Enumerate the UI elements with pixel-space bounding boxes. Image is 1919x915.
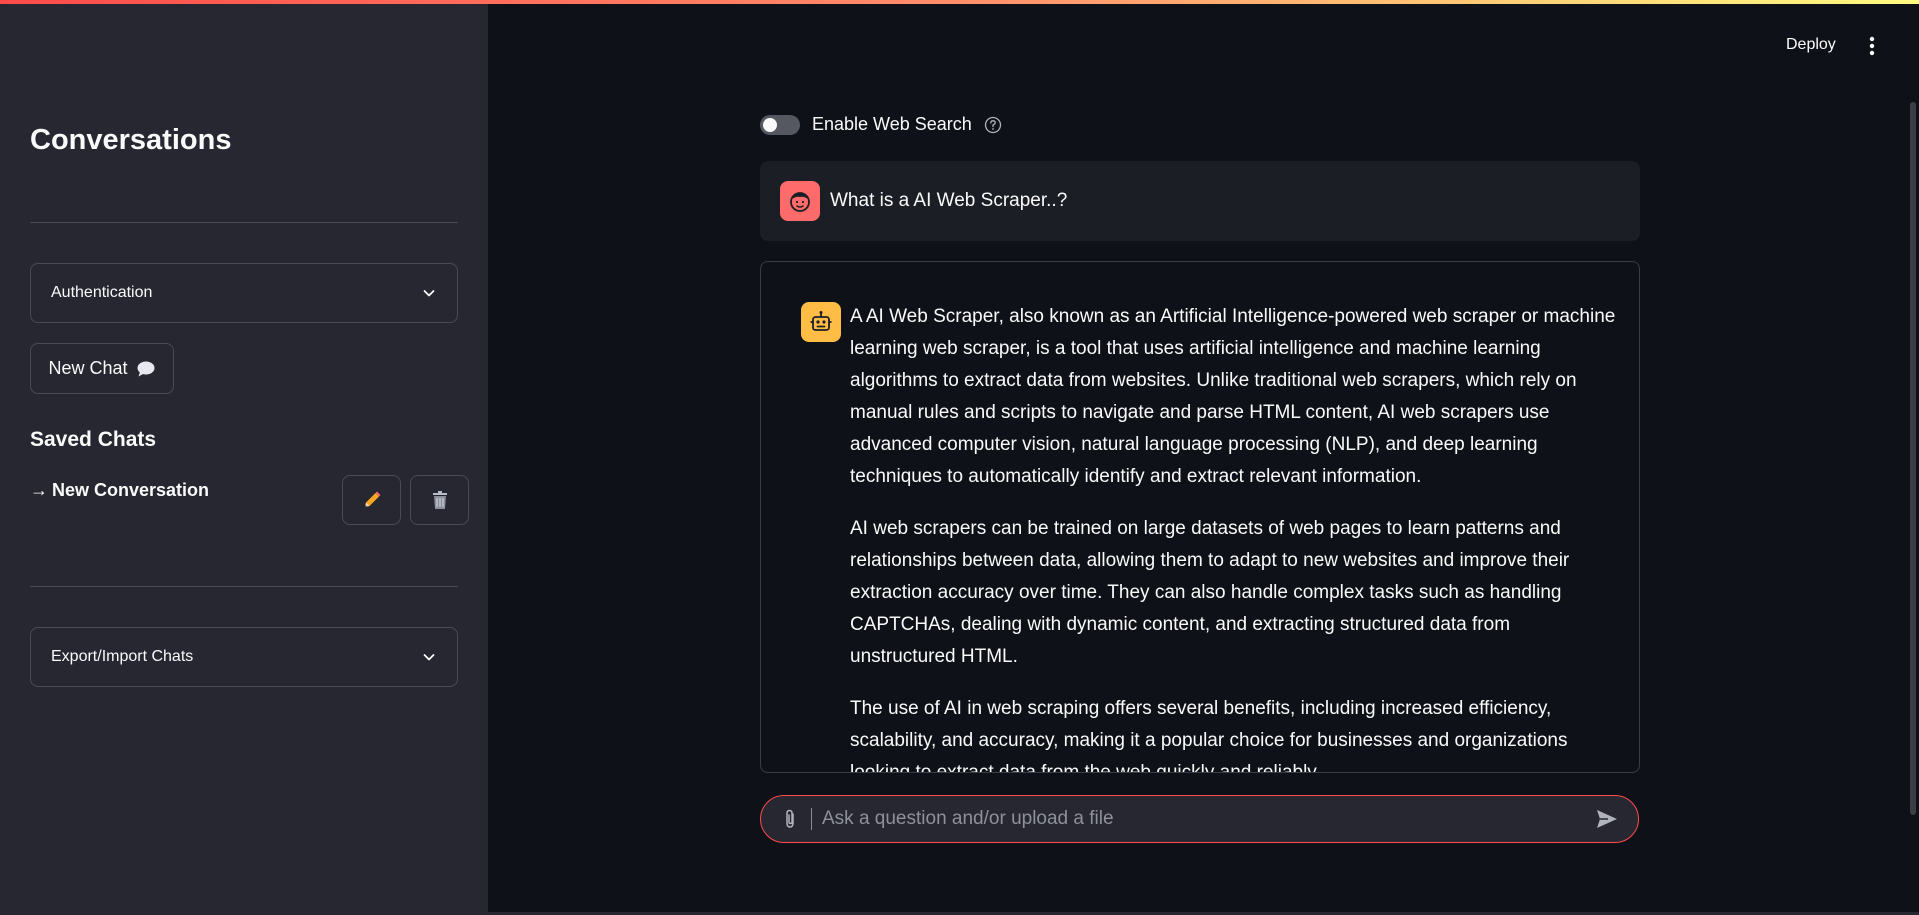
sidebar-divider <box>30 222 458 223</box>
sidebar-title: Conversations <box>30 124 232 156</box>
user-avatar <box>780 181 820 221</box>
chevron-down-icon <box>423 290 435 297</box>
deploy-button[interactable]: Deploy <box>1786 36 1836 54</box>
paperclip-icon[interactable] <box>779 808 801 830</box>
robot-icon <box>810 311 832 331</box>
web-search-toggle[interactable] <box>760 114 800 135</box>
new-chat-label: New Chat <box>48 358 128 378</box>
sidebar: Conversations Authentication New Chat Sa… <box>0 0 488 915</box>
user-message: What is a AI Web Scraper..? <box>760 161 1640 241</box>
authentication-expander[interactable]: Authentication <box>30 263 458 323</box>
saved-chats-title: Saved Chats <box>30 428 157 451</box>
main-scrollbar[interactable] <box>1910 102 1916 815</box>
conversation-label: New Conversation <box>52 480 210 500</box>
speech-bubble-icon <box>137 361 155 376</box>
assistant-message: A AI Web Scraper, also known as an Artif… <box>760 261 1640 773</box>
pencil-icon <box>364 491 380 507</box>
sidebar-divider <box>30 586 458 587</box>
active-arrow-icon: → <box>30 480 48 500</box>
trash-icon <box>432 491 447 509</box>
rename-conversation-button[interactable] <box>342 475 401 525</box>
export-import-expander[interactable]: Export/Import Chats <box>30 627 458 687</box>
export-import-expander-label: Export/Import Chats <box>51 648 194 665</box>
top-decoration-bar <box>0 0 1919 4</box>
assistant-paragraph: AI web scrapers can be trained on large … <box>850 518 1570 667</box>
help-icon[interactable] <box>984 116 1002 134</box>
assistant-message-text: A AI Web Scraper, also known as an Artif… <box>850 301 1620 773</box>
web-search-toggle-row: Enable Web Search <box>760 114 1002 135</box>
assistant-avatar <box>801 302 841 342</box>
input-separator <box>811 808 812 830</box>
chat-input-bar <box>760 795 1639 843</box>
assistant-paragraph: A AI Web Scraper, also known as an Artif… <box>850 306 1616 487</box>
assistant-paragraph: The use of AI in web scraping offers sev… <box>850 698 1568 773</box>
user-message-text: What is a AI Web Scraper..? <box>830 190 1068 211</box>
authentication-expander-label: Authentication <box>51 284 153 301</box>
chat-input[interactable] <box>822 808 1584 830</box>
user-face-icon <box>790 192 810 212</box>
web-search-label: Enable Web Search <box>812 114 972 134</box>
chevron-down-icon <box>423 654 435 661</box>
more-options-icon[interactable] <box>1862 34 1882 58</box>
conversation-item[interactable]: → New Conversation <box>30 480 209 501</box>
new-chat-button[interactable]: New Chat <box>30 343 174 394</box>
send-icon[interactable] <box>1594 806 1620 832</box>
delete-conversation-button[interactable] <box>410 475 469 525</box>
